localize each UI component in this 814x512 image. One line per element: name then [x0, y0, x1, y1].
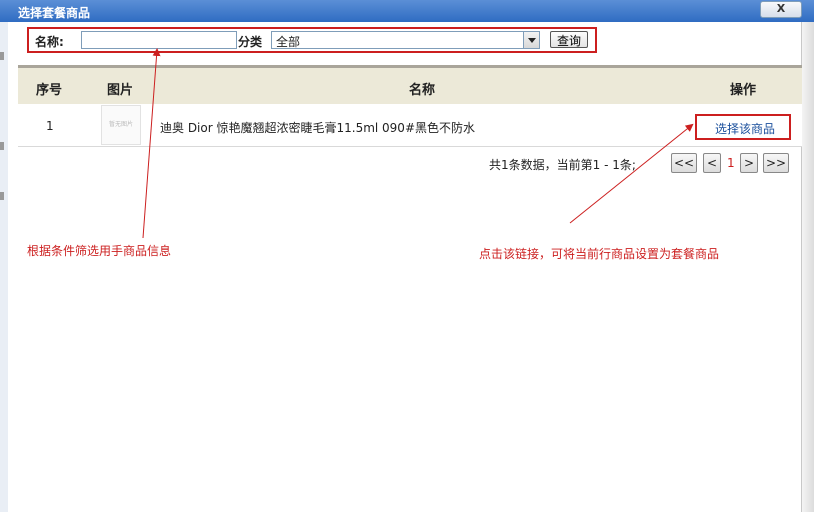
name-label: 名称:	[35, 35, 64, 49]
frame-tick	[0, 142, 4, 150]
current-page-number: 1	[727, 156, 735, 170]
left-frame-edge	[0, 22, 8, 512]
category-select[interactable]: 全部	[271, 31, 540, 49]
last-page-button[interactable]: >>	[763, 153, 789, 173]
product-name: 迪奥 Dior 惊艳魔翘超浓密睫毛膏11.5ml 090#黑色不防水	[160, 121, 475, 135]
header-action: 操作	[730, 83, 757, 98]
header-index: 序号	[36, 83, 63, 98]
prev-page-button[interactable]: <	[703, 153, 721, 173]
chevron-down-icon[interactable]	[523, 32, 539, 48]
first-page-button[interactable]: <<	[671, 153, 697, 173]
query-button[interactable]: 查询	[550, 31, 588, 48]
category-label: 分类	[238, 35, 263, 49]
select-product-link[interactable]: 选择该商品	[715, 120, 775, 137]
right-scrollbar-track[interactable]	[801, 22, 814, 512]
table-row: 1 暂无图片 迪奥 Dior 惊艳魔翘超浓密睫毛膏11.5ml 090#黑色不防…	[18, 104, 802, 147]
results-table: 序号 图片 名称 操作 1 暂无图片 迪奥 Dior 惊艳魔翘超浓密睫毛膏11.…	[18, 65, 802, 147]
dialog-title: 选择套餐商品	[18, 6, 91, 20]
no-image-placeholder: 暂无图片	[108, 121, 133, 128]
product-thumbnail: 暂无图片	[101, 105, 141, 145]
header-image: 图片	[107, 83, 134, 98]
link-annotation: 点击该链接，可将当前行商品设置为套餐商品	[479, 247, 720, 261]
filter-annotation: 根据条件筛选用手商品信息	[27, 244, 172, 258]
row-index: 1	[46, 119, 54, 133]
next-page-button[interactable]: >	[740, 153, 758, 173]
pagination-summary: 共1条数据，当前第1 - 1条;	[489, 158, 636, 172]
select-link-highlight: 选择该商品	[695, 114, 791, 140]
frame-tick	[0, 192, 4, 200]
frame-tick	[0, 52, 4, 60]
table-header: 序号 图片 名称 操作	[18, 65, 802, 104]
dialog-titlebar: 选择套餐商品 X	[0, 0, 814, 22]
category-selected-value: 全部	[276, 35, 301, 49]
search-filter-bar: 名称: 分类 全部 查询	[27, 27, 597, 53]
name-search-input[interactable]	[81, 31, 237, 49]
close-button[interactable]: X	[760, 1, 802, 18]
header-name: 名称	[409, 83, 436, 98]
